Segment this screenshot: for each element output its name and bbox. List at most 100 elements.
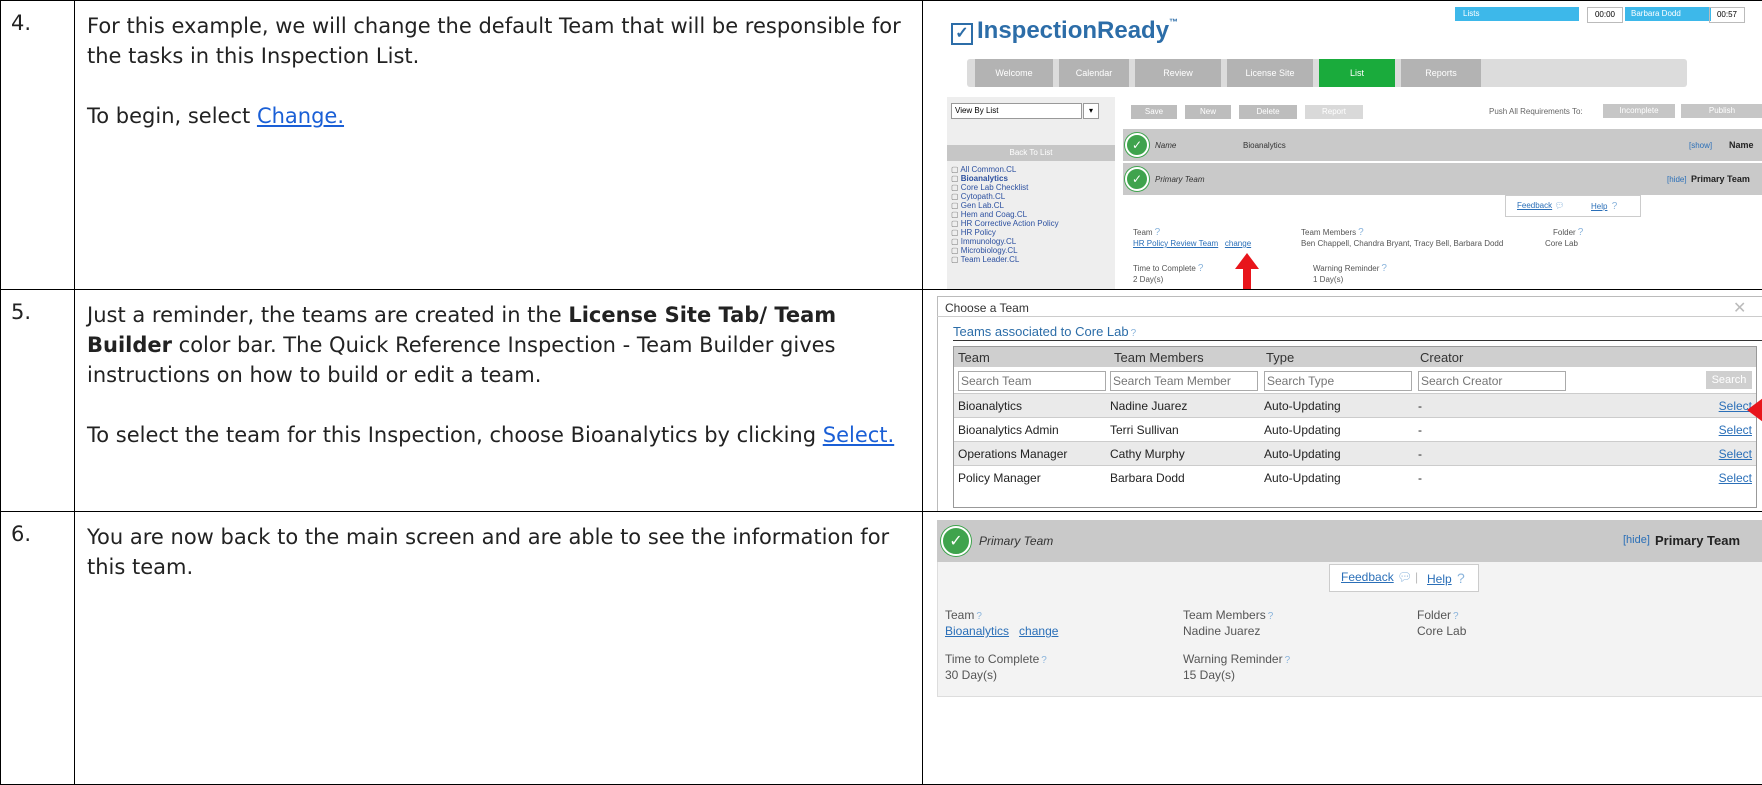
incomplete-button[interactable]: Incomplete bbox=[1603, 104, 1675, 118]
folder-label: Folder bbox=[1553, 228, 1576, 237]
document-icon: ▢ bbox=[951, 210, 961, 219]
team-members-value: Nadine Juarez bbox=[1183, 624, 1260, 638]
save-button[interactable]: Save bbox=[1131, 105, 1177, 119]
feedback-link[interactable]: Feedback 💬︎ bbox=[1517, 201, 1565, 210]
user-name[interactable]: Barbara Dodd bbox=[1625, 7, 1711, 21]
name-right: Name bbox=[1729, 140, 1754, 150]
question-icon: ? bbox=[1131, 328, 1137, 339]
step-number: 6. bbox=[1, 512, 74, 546]
hide-toggle[interactable]: [hide] bbox=[1667, 175, 1687, 184]
question-icon: ? bbox=[1578, 227, 1584, 238]
tree-item[interactable]: ▢ All Common.CL bbox=[951, 165, 1059, 174]
team-name: Bioanalytics bbox=[958, 399, 1022, 413]
back-to-list-button[interactable]: Back To List bbox=[947, 145, 1115, 161]
primary-team-label: Primary Team bbox=[979, 534, 1053, 548]
document-icon: ▢ bbox=[951, 165, 960, 174]
team-type: Auto-Updating bbox=[1264, 423, 1341, 437]
document-icon: ▢ bbox=[951, 255, 961, 264]
team-row: BioanalyticsNadine JuarezAuto-Updating-S… bbox=[954, 393, 1756, 417]
tree-item-label: Team Leader.CL bbox=[961, 255, 1020, 264]
document-icon: ▢ bbox=[951, 228, 961, 237]
select-link[interactable]: Select bbox=[1719, 447, 1752, 461]
question-icon: ? bbox=[1155, 227, 1161, 238]
step-row-5: 5. Just a reminder, the teams are create… bbox=[1, 290, 1762, 512]
hide-toggle[interactable]: [hide] bbox=[1623, 534, 1650, 546]
tree-item[interactable]: ▢ Gen Lab.CL bbox=[951, 201, 1059, 210]
screenshot-team-info: ✓ Primary Team [hide] Primary Team Feedb… bbox=[923, 512, 1762, 785]
team-value-link[interactable]: Bioanalytics bbox=[945, 624, 1009, 638]
warning-reminder-value: 1 Day(s) bbox=[1313, 275, 1343, 284]
report-button[interactable]: Report bbox=[1305, 105, 1363, 119]
question-icon: ? bbox=[1358, 227, 1364, 238]
select-link[interactable]: Select bbox=[1719, 471, 1752, 485]
tree-item[interactable]: ▢ Cytopath.CL bbox=[951, 192, 1059, 201]
lists-header[interactable]: Lists bbox=[1455, 7, 1579, 21]
select-link[interactable]: Select. bbox=[823, 423, 894, 447]
red-arrow-icon bbox=[1747, 398, 1762, 422]
help-link[interactable]: Help ? bbox=[1427, 570, 1465, 586]
chevron-down-icon[interactable]: ▾ bbox=[1083, 103, 1099, 119]
folder-value: Core Lab bbox=[1417, 624, 1466, 638]
document-icon: ▢ bbox=[951, 192, 961, 201]
team-type: Auto-Updating bbox=[1264, 399, 1341, 413]
step-text: For this example, we will change the def… bbox=[87, 11, 922, 71]
teams-associated-label: Teams associated to Core Lab bbox=[953, 324, 1129, 339]
change-link[interactable]: change bbox=[1225, 239, 1251, 248]
change-link[interactable]: Change. bbox=[257, 104, 344, 128]
tab-review[interactable]: Review bbox=[1135, 59, 1221, 87]
step-text: Just a reminder, the teams are created i… bbox=[87, 303, 568, 327]
tree-item[interactable]: ▢ Microbiology.CL bbox=[951, 246, 1059, 255]
tree-item[interactable]: ▢ Immunology.CL bbox=[951, 237, 1059, 246]
search-team-input[interactable] bbox=[958, 371, 1106, 391]
search-creator-input[interactable] bbox=[1418, 371, 1566, 391]
question-icon: ? bbox=[1457, 570, 1465, 586]
feedback-link[interactable]: Feedback 💬︎ bbox=[1341, 570, 1412, 584]
question-icon: ? bbox=[1453, 611, 1459, 622]
col-header-type: Type bbox=[1266, 350, 1294, 365]
document-icon: ▢ bbox=[951, 174, 961, 183]
check-icon: ✓ bbox=[941, 526, 971, 556]
screenshot-list-view: ✓InspectionReady™ Lists 00:00 Barbara Do… bbox=[923, 1, 1762, 290]
team-field-label: Team bbox=[945, 608, 974, 622]
search-button[interactable]: Search bbox=[1706, 371, 1752, 389]
publish-button[interactable]: Publish bbox=[1681, 104, 1762, 118]
tree-item[interactable]: ▢ Bioanalytics bbox=[951, 174, 1059, 183]
question-icon: ? bbox=[1612, 201, 1618, 212]
show-toggle[interactable]: [show] bbox=[1689, 141, 1712, 150]
view-by-select[interactable]: View By List bbox=[951, 103, 1082, 119]
screenshot-choose-team: Choose a Team ✕ Teams associated to Core… bbox=[923, 290, 1762, 512]
tree-item[interactable]: ▢ Team Leader.CL bbox=[951, 255, 1059, 264]
team-type: Auto-Updating bbox=[1264, 471, 1341, 485]
step-text: To begin, select bbox=[87, 104, 257, 128]
new-button[interactable]: New bbox=[1185, 105, 1231, 119]
tab-list[interactable]: List bbox=[1319, 59, 1395, 87]
tree-item[interactable]: ▢ HR Corrective Action Policy bbox=[951, 219, 1059, 228]
tree-item-label: Gen Lab.CL bbox=[961, 201, 1004, 210]
team-type: Auto-Updating bbox=[1264, 447, 1341, 461]
document-icon: ▢ bbox=[951, 183, 961, 192]
checklist-tree: ▢ All Common.CL▢ Bioanalytics▢ Core Lab … bbox=[951, 165, 1059, 264]
select-link[interactable]: Select bbox=[1719, 423, 1752, 437]
help-link[interactable]: Help ? bbox=[1591, 201, 1617, 212]
tab-welcome[interactable]: Welcome bbox=[975, 59, 1053, 87]
col-header-creator: Creator bbox=[1420, 350, 1463, 365]
tab-reports[interactable]: Reports bbox=[1401, 59, 1481, 87]
tree-item[interactable]: ▢ HR Policy bbox=[951, 228, 1059, 237]
check-icon: ✓ bbox=[1125, 167, 1149, 191]
delete-button[interactable]: Delete bbox=[1239, 105, 1297, 119]
close-icon[interactable]: ✕ bbox=[1733, 298, 1746, 317]
tree-item-label: Immunology.CL bbox=[961, 237, 1016, 246]
tab-license-site[interactable]: License Site bbox=[1227, 59, 1313, 87]
tree-item[interactable]: ▢ Hem and Coag.CL bbox=[951, 210, 1059, 219]
tree-item-label: Microbiology.CL bbox=[961, 246, 1018, 255]
tree-item[interactable]: ▢ Core Lab Checklist bbox=[951, 183, 1059, 192]
search-member-input[interactable] bbox=[1110, 371, 1258, 391]
search-type-input[interactable] bbox=[1264, 371, 1412, 391]
team-value-link[interactable]: HR Policy Review Team bbox=[1133, 239, 1218, 248]
time-to-complete-value: 2 Day(s) bbox=[1133, 275, 1163, 284]
name-value: Bioanalytics bbox=[1243, 141, 1286, 150]
question-icon: ? bbox=[1285, 655, 1291, 666]
change-link[interactable]: change bbox=[1019, 624, 1058, 638]
tab-calendar[interactable]: Calendar bbox=[1059, 59, 1129, 87]
team-creator: - bbox=[1418, 471, 1422, 485]
